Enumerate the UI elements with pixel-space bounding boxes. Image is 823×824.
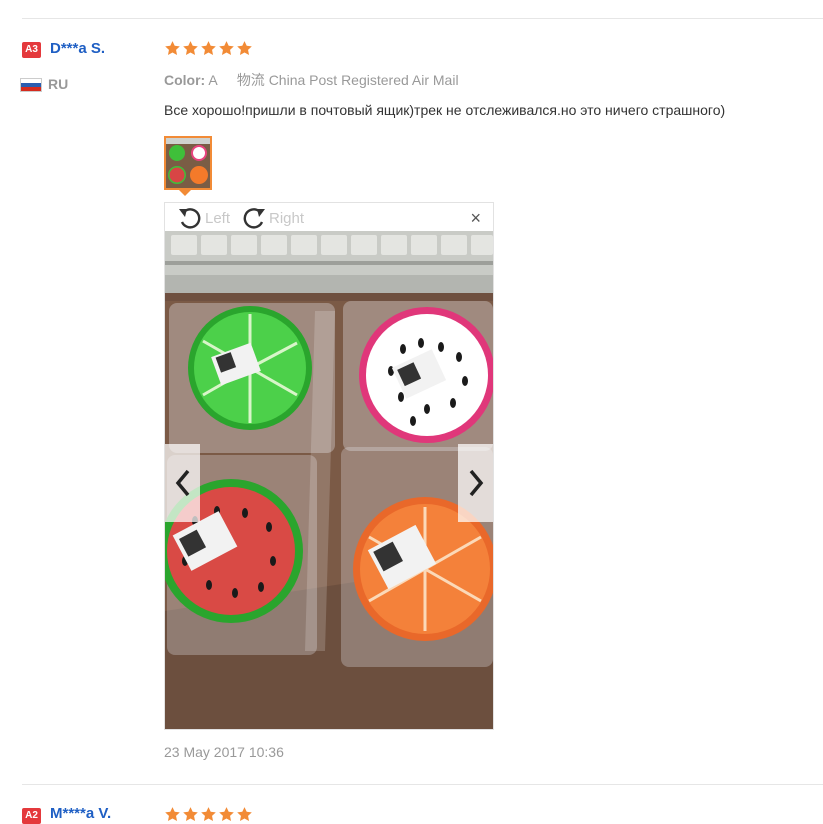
previous-photo-button[interactable] [165,444,200,522]
review-photo-image [165,231,493,729]
thumbnail-photo [166,138,210,188]
review-date: 23 May 2017 10:36 [164,744,284,760]
review-photo-thumbnail[interactable] [164,136,212,190]
buyer-level-badge: A3 [22,42,41,58]
review-text: Все хорошо!пришли в почтовый ящик)трек н… [164,102,726,118]
star-icon [237,41,252,55]
color-label: Color: [164,72,206,88]
star-icon [237,807,252,821]
order-properties: Color: A 物流 China Post Registered Air Ma… [164,70,459,90]
buyer-level-badge: A2 [22,808,41,824]
reviewer-country: RU [48,76,69,92]
star-icon [165,807,180,821]
star-icon [219,807,234,821]
shipping-method: 物流 China Post Registered Air Mail [236,72,459,88]
photo-viewer: Left Right × [164,202,494,730]
divider-between-reviews [22,784,823,785]
star-rating [164,806,253,823]
star-icon [183,41,198,55]
chevron-left-icon [175,469,189,497]
star-rating [164,40,253,57]
rotate-left-icon [179,208,201,229]
reviewer-name: D***a S. [50,40,106,57]
close-icon[interactable]: × [470,208,481,229]
russia-flag-icon [20,78,42,92]
rotate-left-button[interactable]: Left [177,206,230,230]
next-photo-button[interactable] [458,444,493,522]
reviewer-name: M****a V. [50,805,112,822]
rotate-right-icon [243,208,265,229]
thumbnail-pointer [178,189,192,196]
rotate-left-label: Left [205,209,231,227]
viewer-toolbar: Left Right × [165,203,493,231]
star-icon [201,807,216,821]
star-icon [183,807,198,821]
review-photo-large [165,231,493,729]
chevron-right-icon [469,469,483,497]
star-icon [201,41,216,55]
rotate-right-button[interactable]: Right [241,206,304,230]
color-value: A [208,72,217,88]
divider-top [22,18,823,19]
star-icon [219,41,234,55]
star-icon [165,41,180,55]
rotate-right-label: Right [269,209,305,227]
